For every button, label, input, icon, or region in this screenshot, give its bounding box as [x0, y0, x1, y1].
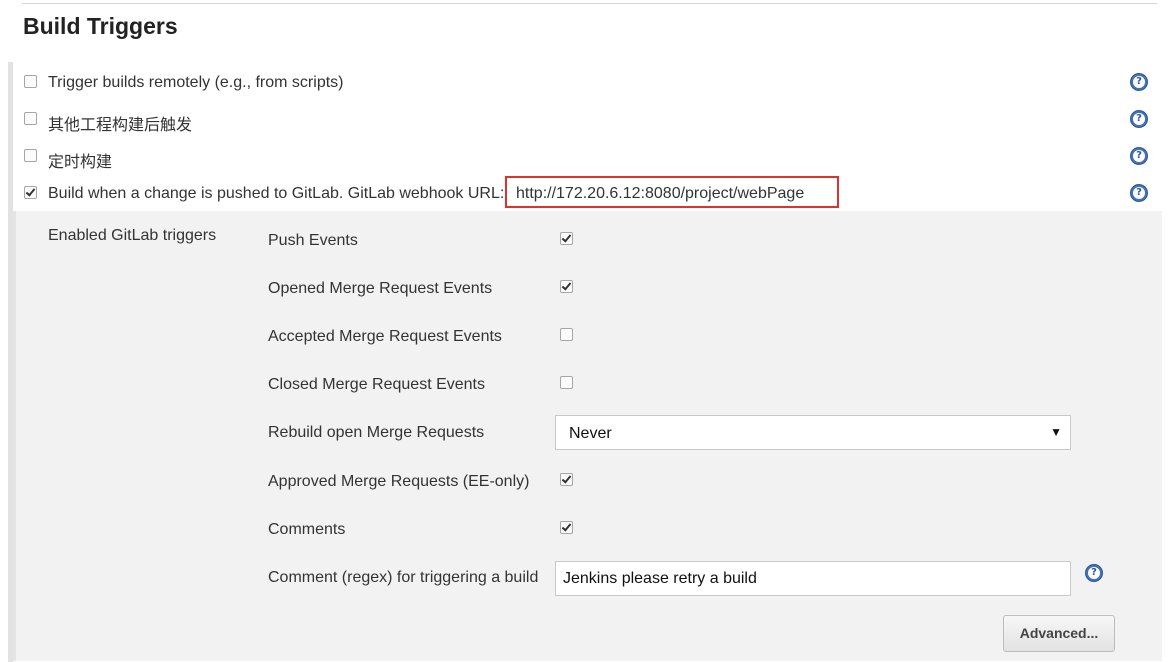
- opened-mr-events-checkbox[interactable]: [560, 280, 573, 293]
- trigger-gitlab-push-checkbox[interactable]: [24, 186, 37, 199]
- comments-label: Comments: [268, 521, 346, 538]
- closed-mr-events-label: Closed Merge Request Events: [268, 376, 485, 393]
- rebuild-open-mr-label: Rebuild open Merge Requests: [268, 424, 485, 441]
- gitlab-options-indent-bar: [13, 211, 16, 661]
- trigger-remote-checkbox[interactable]: [24, 75, 37, 88]
- push-events-label: Push Events: [268, 232, 358, 249]
- trigger-gitlab-push-label: Build when a change is pushed to GitLab.…: [48, 185, 505, 202]
- rebuild-open-mr-value: Never: [569, 425, 612, 442]
- help-icon[interactable]: [1130, 184, 1148, 202]
- comment-regex-input[interactable]: [555, 561, 1071, 596]
- help-icon[interactable]: [1130, 147, 1148, 165]
- webhook-url: http://172.20.6.12:8080/project/webPage: [516, 185, 805, 202]
- approved-mr-checkbox[interactable]: [560, 473, 573, 486]
- section-title: Build Triggers: [23, 13, 178, 39]
- trigger-periodic-label: 定时构建: [48, 154, 113, 171]
- accepted-mr-events-label: Accepted Merge Request Events: [268, 328, 502, 345]
- trigger-remote-label: Trigger builds remotely (e.g., from scri…: [48, 74, 344, 91]
- advanced-button[interactable]: Advanced...: [1003, 615, 1115, 652]
- help-icon[interactable]: [1130, 110, 1148, 128]
- trigger-periodic-checkbox[interactable]: [24, 149, 37, 162]
- push-events-checkbox[interactable]: [560, 232, 573, 245]
- enabled-gitlab-triggers-label: Enabled GitLab triggers: [48, 227, 217, 244]
- trigger-after-other-projects-checkbox[interactable]: [24, 112, 37, 125]
- dropdown-arrow-icon: ▼: [1050, 425, 1062, 439]
- help-icon[interactable]: [1085, 564, 1103, 582]
- approved-mr-label: Approved Merge Requests (EE-only): [268, 473, 530, 490]
- opened-mr-events-label: Opened Merge Request Events: [268, 280, 493, 297]
- help-icon[interactable]: [1130, 73, 1148, 91]
- closed-mr-events-checkbox[interactable]: [560, 376, 573, 389]
- comment-regex-label: Comment (regex) for triggering a build: [268, 569, 539, 586]
- rebuild-open-mr-select[interactable]: Never ▼: [555, 415, 1071, 450]
- accepted-mr-events-checkbox[interactable]: [560, 328, 573, 341]
- trigger-after-other-projects-label: 其他工程构建后触发: [48, 117, 193, 134]
- top-divider: [22, 3, 1157, 4]
- comments-checkbox[interactable]: [560, 521, 573, 534]
